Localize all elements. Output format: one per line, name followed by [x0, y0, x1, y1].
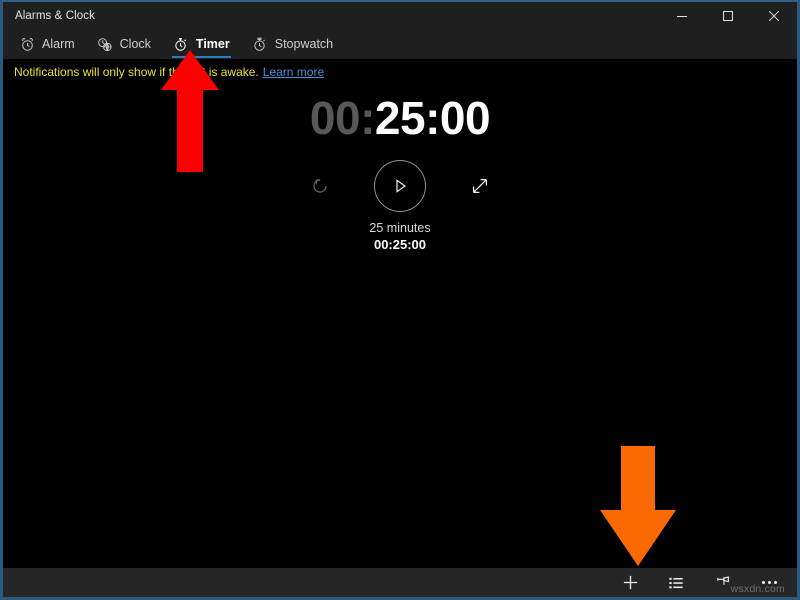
- tab-timer-active-indicator: [171, 56, 231, 58]
- pin-icon: [716, 576, 729, 585]
- learn-more-link[interactable]: Learn more: [263, 65, 324, 79]
- reset-button[interactable]: [300, 166, 340, 206]
- timer-display-minutes-seconds: 25:00: [374, 92, 491, 144]
- plus-icon: [623, 575, 637, 590]
- timer-panel: 00:25:00 25 minutes 00:25:00: [3, 84, 797, 570]
- timer-name-label: 25 minutes: [369, 221, 431, 235]
- timer-display[interactable]: 00:25:00: [3, 92, 797, 144]
- start-timer-button[interactable]: [374, 160, 426, 212]
- edit-list-icon: [669, 577, 683, 588]
- command-bar: [3, 568, 797, 597]
- minimize-icon: [677, 15, 687, 17]
- tab-timer[interactable]: Timer: [162, 29, 241, 59]
- timer-controls: [3, 158, 797, 214]
- reset-icon: [313, 179, 327, 193]
- pin-to-start-button[interactable]: [699, 568, 745, 597]
- tab-stopwatch-label: Stopwatch: [274, 37, 334, 51]
- notification-banner: Notifications will only show if the PC i…: [3, 59, 797, 84]
- add-timer-button[interactable]: [607, 568, 653, 597]
- maximize-icon: [723, 10, 733, 21]
- ellipsis-icon: [761, 581, 777, 584]
- close-button[interactable]: [751, 2, 797, 29]
- window-title: Alarms & Clock: [15, 9, 95, 22]
- tab-timer-label: Timer: [195, 37, 230, 51]
- notification-text: Notifications will only show if the PC i…: [14, 64, 259, 79]
- timer-duration-label: 00:25:00: [373, 237, 427, 252]
- window-controls: [659, 2, 797, 29]
- close-icon: [768, 10, 780, 21]
- tab-clock-label: Clock: [119, 37, 151, 51]
- tab-clock[interactable]: Clock: [86, 29, 162, 59]
- title-bar[interactable]: Alarms & Clock: [3, 2, 797, 29]
- world-clock-icon: [97, 36, 113, 52]
- edit-timers-button[interactable]: [653, 568, 699, 597]
- stopwatch-icon: [252, 36, 268, 52]
- play-icon: [396, 179, 407, 193]
- tab-alarm-label: Alarm: [42, 37, 75, 51]
- timer-icon: [173, 36, 189, 52]
- alarm-clock-icon: [19, 36, 35, 52]
- expand-icon: [472, 178, 488, 194]
- timer-display-hours: 00:: [309, 92, 375, 144]
- tab-stopwatch[interactable]: Stopwatch: [241, 29, 344, 59]
- maximize-button[interactable]: [705, 2, 751, 29]
- timer-caption: 25 minutes 00:25:00: [3, 220, 797, 253]
- nav-tabs: Alarm Clock Timer Stopwatch: [3, 29, 797, 59]
- alarms-and-clock-window: Alarms & Clock Alarm Clock Timer Stopwat…: [0, 0, 800, 600]
- more-options-button[interactable]: [745, 568, 793, 597]
- minimize-button[interactable]: [659, 2, 705, 29]
- expand-button[interactable]: [460, 166, 500, 206]
- tab-alarm[interactable]: Alarm: [8, 29, 86, 59]
